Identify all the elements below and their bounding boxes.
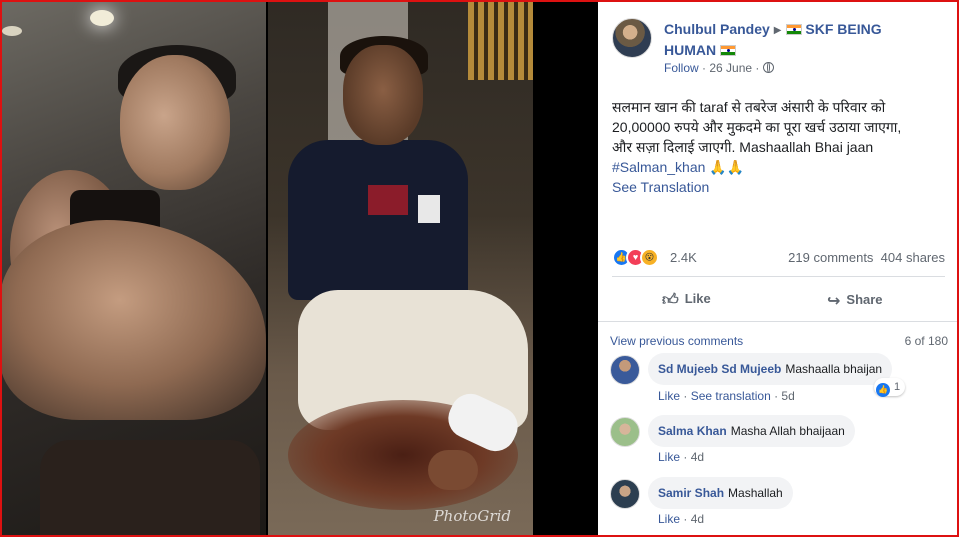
comment-bubble: Sd Mujeeb Sd Mujeeb Mashaalla bhaijan: [648, 353, 893, 385]
comment-time[interactable]: 5d: [781, 389, 794, 403]
post-photo[interactable]: PhotoGrid: [0, 0, 598, 537]
commenter-avatar[interactable]: [610, 417, 640, 447]
share-arrow-icon: ↪: [827, 293, 841, 310]
shirt-badge: [418, 195, 440, 223]
post-sidebar: Chulbul Pandey ▶ SKF BEING HUMAN Follow · …: [598, 0, 959, 537]
comment-text: Mashaalla bhaijan: [785, 362, 883, 376]
arm: [0, 220, 266, 420]
ceiling-light: [2, 26, 22, 36]
comments-section: View previous comments 6 of 180 Sd Mujee…: [598, 323, 959, 537]
author-line: Chulbul Pandey ▶ SKF BEING HUMAN: [664, 20, 949, 60]
comments-count[interactable]: 219 comments: [788, 250, 873, 265]
commenter-avatar[interactable]: [610, 355, 640, 385]
view-previous-comments-link[interactable]: View previous comments: [610, 334, 743, 348]
comments-counter: 6 of 180: [904, 334, 948, 348]
post-header: Chulbul Pandey ▶ SKF BEING HUMAN Follow · …: [612, 14, 952, 84]
commenter-name[interactable]: Sd Mujeeb Sd Mujeeb: [658, 362, 781, 376]
shirt-collar: [368, 185, 408, 215]
post-date[interactable]: 26 June: [709, 61, 752, 75]
photo-right-panel: PhotoGrid: [268, 0, 533, 537]
india-flag-icon: [785, 24, 802, 35]
globe-icon: [762, 62, 774, 73]
comment-bubble: Samir Shah Mashallah: [648, 477, 793, 509]
post-text-line: 20,00000 रुपये और मुकदमे का पूरा खर्च उठ…: [612, 119, 902, 135]
post-text: सलमान खान की taraf से तबरेज अंसारी के पर…: [612, 97, 947, 197]
commenter-avatar[interactable]: [610, 479, 640, 509]
commenter-name[interactable]: Samir Shah: [658, 486, 724, 500]
photo-left-panel: [0, 0, 266, 537]
cloth: [468, 0, 533, 80]
thumbs-up-icon: 👍︎: [662, 292, 679, 309]
head: [120, 55, 230, 190]
comment-bubble: Salma Khan Masha Allah bhaijaan: [648, 415, 855, 447]
post-text-line: और सज़ा दिलाई जाएगी. Mashaallah Bhai jaa…: [612, 139, 874, 155]
comment-text: Masha Allah bhaijaan: [730, 424, 845, 438]
share-button[interactable]: ↪ Share: [827, 291, 883, 311]
comment-time[interactable]: 4d: [691, 512, 704, 526]
hashtag-link[interactable]: #Salman_khan: [612, 159, 705, 175]
head: [343, 45, 423, 145]
comment-see-translation-link[interactable]: See translation: [691, 389, 771, 403]
comment-actions: Like · See translation · 5d: [658, 389, 795, 403]
divider: [612, 276, 945, 277]
like-button[interactable]: 👍︎ Like: [662, 291, 711, 310]
ceiling-light: [90, 10, 114, 26]
comment-reaction-badge[interactable]: 👍 1: [874, 378, 906, 397]
chair: [40, 440, 260, 537]
post-text-line: सलमान खान की taraf से तबरेज अंसारी के पर…: [612, 99, 886, 115]
see-translation-link[interactable]: See Translation: [612, 177, 947, 197]
author-avatar[interactable]: [612, 18, 652, 58]
shirt: [288, 140, 468, 300]
comment-actions: Like · 4d: [658, 450, 705, 464]
shares-count[interactable]: 404 shares: [881, 250, 945, 265]
reactions-bar: 👍 ♥ 😮 2.4K 219 comments 404 shares: [612, 248, 945, 268]
folded-hands-emoji: 🙏🙏: [709, 159, 745, 175]
post-meta: Follow · 26 June ·: [664, 61, 774, 75]
commenter-name[interactable]: Salma Khan: [658, 424, 727, 438]
comment-like-link[interactable]: Like: [658, 450, 680, 464]
comment-like-link[interactable]: Like: [658, 389, 680, 403]
comment-share-counts: 219 comments 404 shares: [788, 250, 945, 265]
photo-watermark: PhotoGrid: [433, 507, 511, 525]
post-actions: 👍︎ Like ↪ Share: [612, 283, 945, 317]
wow-reaction-icon: 😮: [640, 248, 659, 267]
like-reaction-icon: 👍: [876, 383, 890, 397]
comment-like-link[interactable]: Like: [658, 512, 680, 526]
reaction-count[interactable]: 2.4K: [670, 250, 697, 265]
comment-actions: Like · 4d: [658, 512, 705, 526]
comments-header: View previous comments 6 of 180: [610, 334, 948, 348]
author-name[interactable]: Chulbul Pandey: [664, 21, 770, 37]
comment-text: Mashallah: [728, 486, 783, 500]
india-flag-icon: [720, 45, 736, 56]
right-triangle-icon: ▶: [773, 25, 782, 36]
foot: [428, 450, 478, 490]
comment-time[interactable]: 4d: [691, 450, 704, 464]
divider: [598, 321, 959, 322]
follow-link[interactable]: Follow: [664, 61, 699, 75]
